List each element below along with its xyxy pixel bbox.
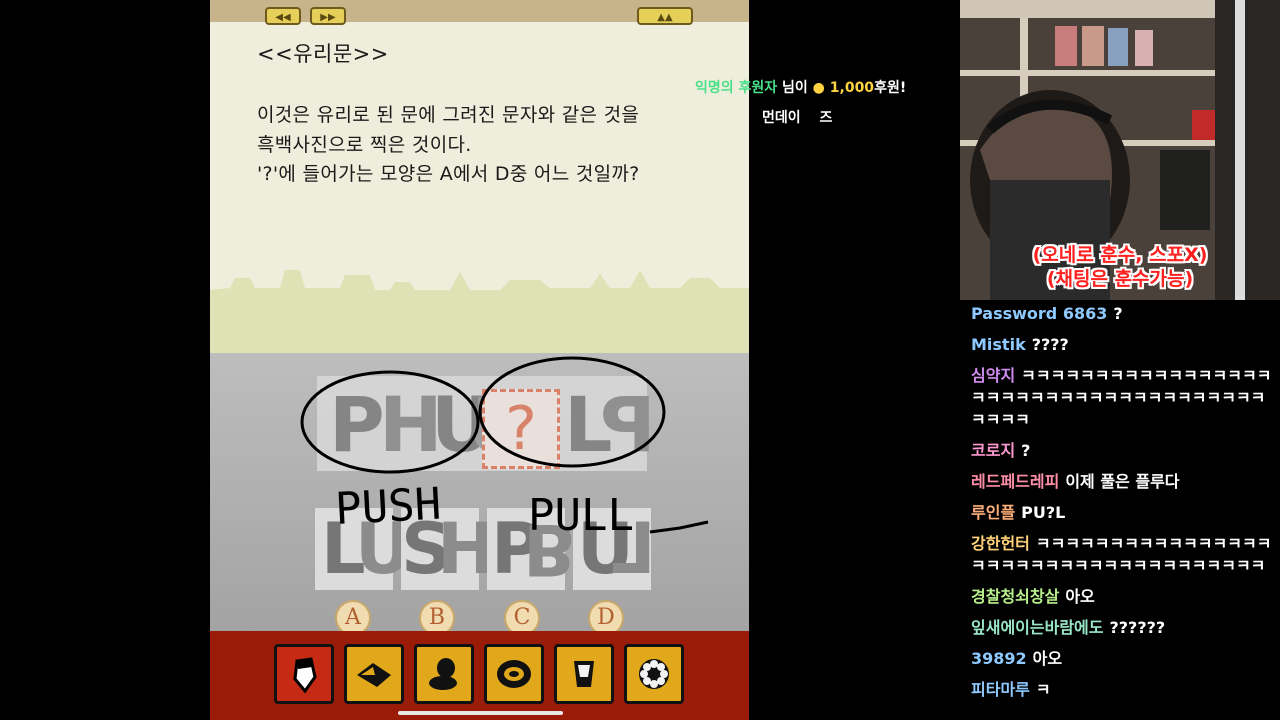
chat-message: 코로지?: [971, 440, 1273, 462]
chat-nickname[interactable]: 39892: [971, 649, 1027, 668]
chat-text: PU?L: [1021, 503, 1066, 522]
overlay-subtext-word: 즈: [819, 110, 833, 126]
cup-tool[interactable]: [554, 644, 614, 704]
overlay-subtext: 먼데이 즈: [762, 107, 846, 127]
question-line-3: '?'에 들어가는 모양은 A에서 D중 어느 것일까?: [257, 163, 640, 185]
answer-tile-b[interactable]: S H: [401, 508, 496, 590]
chat-message: 루인플 PU?L: [971, 502, 1273, 524]
question-line-1: 이것은 유리로 된 문에 그려진 문자와 같은 것을: [257, 104, 640, 126]
game-panel: ◀◀ ▶▶ ▲▲ <<유리문>> 이것은 유리로 된 문에 그려진 문자와 같은…: [210, 0, 749, 720]
eraser-tool[interactable]: [344, 644, 404, 704]
chat-panel: Password 6863? Mistik???? 심약지 ㅋㅋㅋㅋㅋㅋㅋㅋㅋㅋㅋㅋㅋ…: [971, 303, 1273, 710]
menu-button[interactable]: ▲▲: [637, 7, 693, 25]
webcam-feed: (오네로 훈수, 스포X) (채팅은 훈수가능): [960, 0, 1280, 300]
board-letter: P: [600, 380, 656, 469]
cup-icon: [574, 661, 594, 687]
webcam-caption-1: (오네로 훈수, 스포X): [1032, 244, 1208, 266]
chat-nickname[interactable]: Password 6863: [971, 304, 1107, 323]
game-top-bar: ◀◀ ▶▶ ▲▲: [210, 0, 749, 25]
chat-nickname[interactable]: 피타마루: [971, 680, 1030, 699]
chat-nickname[interactable]: 루인플: [971, 503, 1015, 522]
answer-tile-c[interactable]: P B: [487, 508, 576, 590]
chat-text: ㅋㅋㅋㅋㅋㅋㅋㅋㅋㅋㅋㅋㅋㅋㅋㅋㅋㅋㅋㅋㅋㅋㅋㅋㅋㅋㅋㅋㅋㅋㅋㅋㅋㅋㅋㅋㅋㅋㅋㅋ…: [971, 366, 1272, 429]
overlay-subtext-word: 먼데이: [762, 110, 801, 126]
chat-nickname[interactable]: 경찰청쇠창살: [971, 587, 1059, 606]
chat-text: ??????: [1109, 618, 1166, 637]
palette-icon: [497, 660, 531, 688]
answer-letter: L: [611, 508, 656, 590]
blob-icon: [429, 658, 457, 690]
chat-message: 레드페드레피 이제 풀은 플루다: [971, 471, 1273, 493]
answer-tile-a[interactable]: L U: [315, 508, 412, 590]
palette-tool[interactable]: [484, 644, 544, 704]
answer-tile-d[interactable]: U L: [573, 508, 656, 590]
chat-message: 강한헌터 ㅋㅋㅋㅋㅋㅋㅋㅋㅋㅋㅋㅋㅋㅋㅋㅋㅋㅋㅋㅋㅋㅋㅋㅋㅋㅋㅋㅋㅋㅋㅋㅋㅋㅋㅋㅋ: [971, 533, 1273, 577]
donation-amount: 1,000: [829, 80, 875, 96]
chat-text: ????: [1031, 335, 1069, 354]
chat-message: Password 6863?: [971, 303, 1273, 325]
donation-suffix: 님이: [777, 80, 813, 96]
home-indicator[interactable]: [398, 711, 563, 715]
question-line-2: 흑백사진으로 찍은 것이다.: [257, 134, 472, 156]
chat-message: Mistik????: [971, 334, 1273, 356]
chat-message: 심약지 ㅋㅋㅋㅋㅋㅋㅋㅋㅋㅋㅋㅋㅋㅋㅋㅋㅋㅋㅋㅋㅋㅋㅋㅋㅋㅋㅋㅋㅋㅋㅋㅋㅋㅋㅋㅋㅋ…: [971, 365, 1273, 431]
puzzle-title: <<유리문>>: [257, 42, 389, 66]
question-slot[interactable]: ?: [482, 389, 560, 469]
chat-message: 피타마루 ㅋ: [971, 679, 1273, 701]
chat-nickname[interactable]: 강한헌터: [971, 534, 1030, 553]
pencil-icon: [293, 657, 317, 694]
tool-bar: [210, 631, 749, 720]
donation-label: 후원!: [874, 80, 907, 96]
chat-text: ?: [1113, 304, 1123, 323]
chat-text: 아오: [1065, 587, 1095, 606]
answer-options: L U S H P B U L: [315, 508, 656, 593]
blob-tool[interactable]: [414, 644, 474, 704]
board-letter: P: [329, 380, 385, 469]
forward-button[interactable]: ▶▶: [310, 7, 346, 25]
flower-tool[interactable]: [624, 644, 684, 704]
chat-text: ㅋ: [1035, 680, 1051, 699]
chat-text: 이제 풀은 플루다: [1065, 472, 1180, 491]
chat-nickname[interactable]: Mistik: [971, 335, 1026, 354]
answer-letter: B: [523, 508, 577, 590]
question-mark: ?: [505, 394, 537, 464]
chat-nickname[interactable]: 레드페드레피: [971, 472, 1059, 491]
chat-text: ?: [1021, 441, 1031, 460]
coin-icon: ●: [812, 80, 825, 96]
chat-nickname[interactable]: 코로지: [971, 441, 1015, 460]
eraser-icon: [357, 663, 391, 687]
chat-nickname[interactable]: 잎새에이는바람에도: [971, 618, 1103, 637]
back-button[interactable]: ◀◀: [265, 7, 301, 25]
pencil-tool[interactable]: [274, 644, 334, 704]
chat-text: 아오: [1032, 649, 1063, 668]
flower-icon: [639, 659, 669, 689]
town-skyline: [210, 270, 749, 355]
chat-nickname[interactable]: 심약지: [971, 366, 1015, 385]
chat-message: 39892 아오: [971, 648, 1273, 670]
donor-name: 익명의 후원자: [695, 80, 778, 96]
donation-alert: 익명의 후원자 님이 ● 1,000후원!: [695, 77, 906, 97]
webcam-caption-2: (채팅은 훈수가능): [1046, 268, 1194, 290]
puzzle-play-area[interactable]: P H U S L P ? L U S H P B U L: [210, 353, 749, 636]
chat-message: 잎새에이는바람에도??????: [971, 617, 1273, 639]
chat-message: 경찰청쇠창살 아오: [971, 586, 1273, 608]
